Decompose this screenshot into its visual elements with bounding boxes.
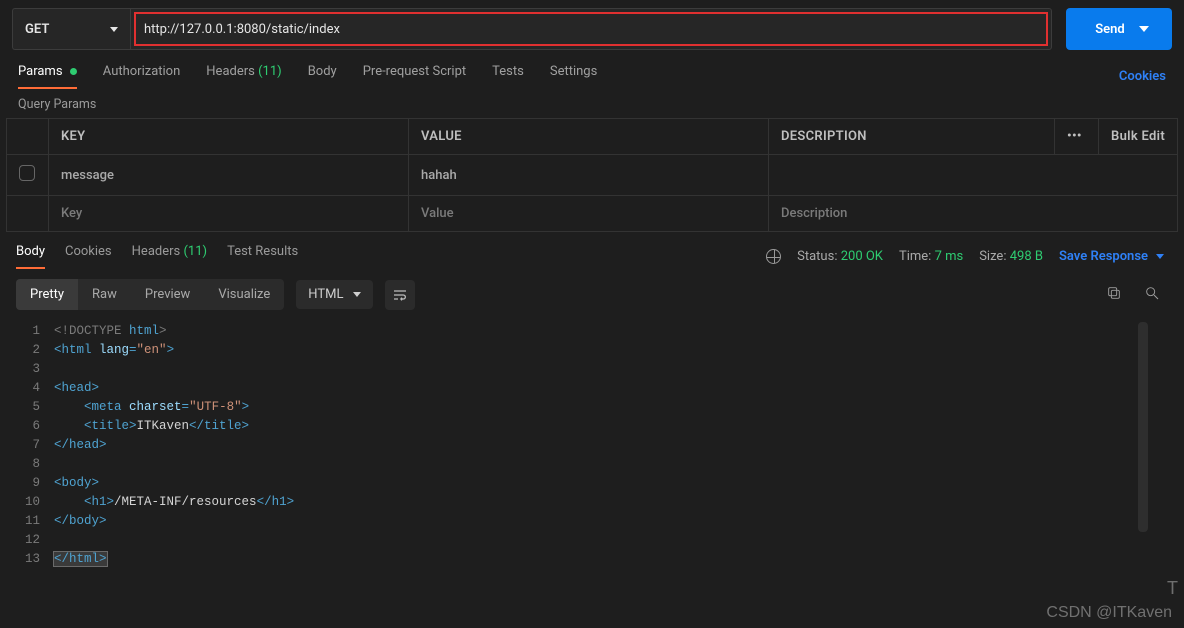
url-input-wrap[interactable]: http://127.0.0.1:8080/static/index <box>130 8 1052 50</box>
save-response-button[interactable]: Save Response <box>1059 249 1164 264</box>
more-options-icon[interactable]: ••• <box>1055 119 1099 155</box>
tab-params[interactable]: Params <box>18 64 77 89</box>
chevron-down-icon <box>110 27 118 32</box>
query-params-title: Query Params <box>6 89 1178 118</box>
wrap-lines-icon[interactable] <box>385 280 415 310</box>
table-row[interactable]: message hahah <box>7 155 1178 196</box>
tab-prerequest[interactable]: Pre-request Script <box>363 64 466 89</box>
rtab-cookies[interactable]: Cookies <box>65 244 112 269</box>
request-row: GET http://127.0.0.1:8080/static/index S… <box>6 8 1178 50</box>
format-select[interactable]: HTML <box>296 280 373 309</box>
param-key[interactable]: message <box>49 155 409 196</box>
params-indicator-icon <box>70 68 77 75</box>
cookies-link[interactable]: Cookies <box>1119 69 1166 84</box>
response-body-code[interactable]: 1<!DOCTYPE html>2<html lang="en">34<head… <box>6 318 1178 569</box>
size-label: Size: 498 B <box>979 249 1043 264</box>
copy-icon[interactable] <box>1106 285 1122 305</box>
size-value: 498 B <box>1010 249 1043 264</box>
globe-icon[interactable] <box>766 249 781 264</box>
param-value-placeholder[interactable]: Value <box>409 196 769 232</box>
param-desc-placeholder[interactable]: Description <box>769 196 1178 232</box>
method-label: GET <box>25 22 49 37</box>
table-row-new[interactable]: Key Value Description <box>7 196 1178 232</box>
search-icon[interactable] <box>1144 285 1160 305</box>
response-toolbar: Pretty Raw Preview Visualize HTML <box>6 269 1178 318</box>
query-params-table: KEY VALUE DESCRIPTION ••• Bulk Edit mess… <box>6 118 1178 232</box>
rtab-test-results[interactable]: Test Results <box>227 244 298 269</box>
view-pretty[interactable]: Pretty <box>16 279 78 310</box>
rtab-headers[interactable]: Headers (11) <box>132 244 207 269</box>
request-tabs: Params Authorization Headers (11) Body P… <box>6 50 1178 89</box>
watermark-text: T CSDN @ITKaven <box>1046 604 1172 622</box>
send-button[interactable]: Send <box>1066 8 1172 50</box>
time-value: 7 ms <box>935 249 964 264</box>
tab-settings[interactable]: Settings <box>550 64 597 89</box>
status-value: 200 OK <box>841 249 883 264</box>
chevron-down-icon <box>1156 254 1164 259</box>
view-mode-segment: Pretty Raw Preview Visualize <box>16 279 284 310</box>
tab-headers[interactable]: Headers (11) <box>206 64 281 89</box>
tab-tests[interactable]: Tests <box>492 64 524 89</box>
col-key: KEY <box>49 119 409 155</box>
tab-body[interactable]: Body <box>308 64 337 89</box>
rtab-body[interactable]: Body <box>16 244 45 269</box>
view-visualize[interactable]: Visualize <box>204 279 284 310</box>
http-method-select[interactable]: GET <box>12 8 130 50</box>
chevron-down-icon[interactable] <box>1139 26 1149 32</box>
row-checkbox[interactable] <box>19 165 35 181</box>
format-label: HTML <box>308 287 343 302</box>
view-preview[interactable]: Preview <box>131 279 204 310</box>
param-desc[interactable] <box>769 155 1178 196</box>
col-value: VALUE <box>409 119 769 155</box>
bulk-edit-button[interactable]: Bulk Edit <box>1099 119 1178 155</box>
tab-authorization[interactable]: Authorization <box>103 64 181 89</box>
param-value[interactable]: hahah <box>409 155 769 196</box>
view-raw[interactable]: Raw <box>78 279 131 310</box>
url-input[interactable]: http://127.0.0.1:8080/static/index <box>134 12 1048 46</box>
send-label: Send <box>1095 22 1125 37</box>
col-checkbox <box>7 119 49 155</box>
param-key-placeholder[interactable]: Key <box>49 196 409 232</box>
response-tabs: Body Cookies Headers (11) Test Results S… <box>6 232 1178 269</box>
status-label: Status: 200 OK <box>797 249 883 264</box>
chevron-down-icon <box>353 292 361 297</box>
time-label: Time: 7 ms <box>899 249 963 264</box>
col-description: DESCRIPTION <box>769 119 1055 155</box>
scrollbar[interactable] <box>1138 322 1148 532</box>
